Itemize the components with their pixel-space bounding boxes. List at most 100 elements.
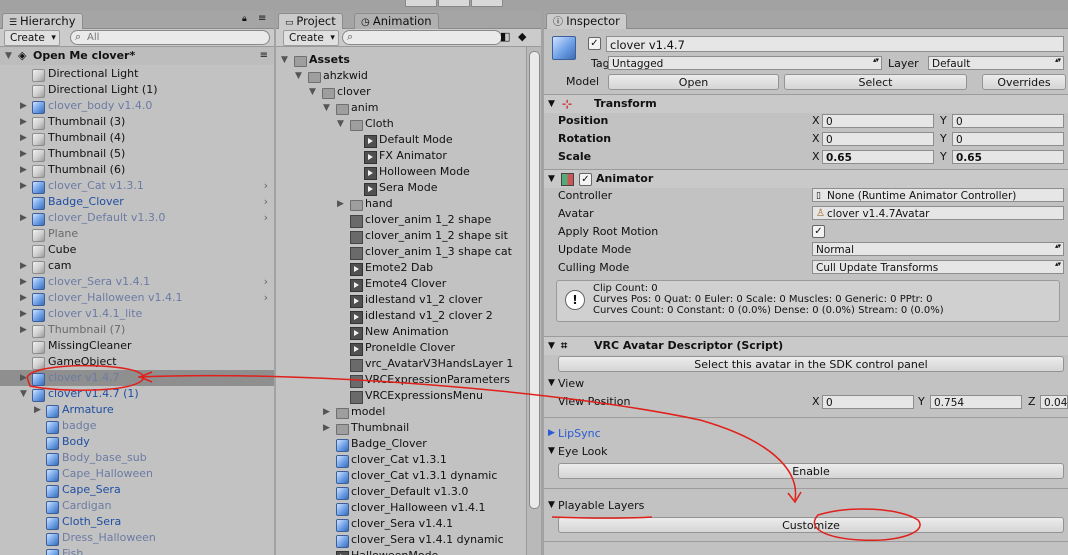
animator-enabled-checkbox[interactable]: ✓ [579,173,592,186]
tab-animation[interactable]: ◷ Animation [354,13,439,29]
hierarchy-item[interactable]: ▶ Armature [0,402,274,418]
project-item[interactable]: ▶ Thumbnail [276,420,541,436]
project-item[interactable]: clover_anim 1_3 shape cat [276,244,541,260]
project-item[interactable]: vrc_AvatarV3HandsLayer 1 [276,356,541,372]
hierarchy-item[interactable]: Body_base_sub [0,450,274,466]
project-item[interactable]: Badge_Clover [276,436,541,452]
scale-x-field[interactable]: 0.65 [822,150,934,164]
hierarchy-item[interactable]: MissingCleaner [0,338,274,354]
project-item[interactable]: ▼ Assets [276,52,541,68]
open-button[interactable]: Open [608,74,779,90]
scene-menu-icon[interactable]: ≡ [260,47,268,65]
project-item[interactable]: ▼ ahzkwid [276,68,541,84]
expand-arrow-icon[interactable]: ▼ [5,47,12,65]
expand-arrow-icon[interactable]: ▶ [20,146,27,162]
project-item[interactable]: ProneIdle Clover [276,340,541,356]
expand-arrow-icon[interactable]: ▶ [323,420,330,436]
pause-button[interactable] [438,0,470,7]
project-item[interactable]: clover_Cat v1.3.1 dynamic [276,468,541,484]
chevron-right-icon[interactable]: › [264,194,268,210]
project-item[interactable]: Holloween Mode [276,164,541,180]
eye-look-row[interactable]: ▼ Eye Look [544,443,1068,460]
project-item[interactable]: ▼ Cloth [276,116,541,132]
hierarchy-item[interactable]: Cloth_Sera [0,514,274,530]
select-button[interactable]: Select [784,74,967,90]
apply-root-checkbox[interactable]: ✓ [812,225,825,238]
overrides-button[interactable]: Overrides [982,74,1066,90]
expand-arrow-icon[interactable]: ▼ [20,386,27,402]
hierarchy-item[interactable]: ▶ Thumbnail (7) [0,322,274,338]
scale-y-field[interactable]: 0.65 [952,150,1064,164]
avatar-field[interactable]: ♙ clover v1.4.7Avatar [812,206,1064,220]
project-item[interactable]: Default Mode [276,132,541,148]
expand-arrow-icon[interactable]: ▶ [20,258,27,274]
view-x-field[interactable]: 0 [822,395,914,409]
foldout-arrow-icon[interactable]: ▼ [548,443,555,460]
hierarchy-item[interactable]: Badge_Clover › [0,194,274,210]
chevron-right-icon[interactable]: › [264,210,268,226]
hierarchy-item[interactable]: Directional Light [0,66,274,82]
hierarchy-item[interactable]: Dress_Halloween [0,530,274,546]
foldout-arrow-icon[interactable]: ▼ [548,375,555,392]
position-y-field[interactable]: 0 [952,114,1064,128]
play-button[interactable] [405,0,437,7]
expand-arrow-icon[interactable]: ▶ [20,178,27,194]
tab-hierarchy[interactable]: ☰ Hierarchy [2,13,83,29]
expand-arrow-icon[interactable]: ▶ [20,130,27,146]
sdk-select-button[interactable]: Select this avatar in the SDK control pa… [558,356,1064,372]
tab-project[interactable]: ▭ Project [278,13,343,29]
project-item[interactable]: clover_anim 1_2 shape [276,212,541,228]
expand-arrow-icon[interactable]: ▶ [323,404,330,420]
scene-header[interactable]: ▼ ◈ Open Me clover* ≡ [0,47,274,65]
foldout-arrow-icon[interactable]: ▼ [548,170,555,188]
tag-dropdown[interactable]: Untagged [608,56,882,70]
foldout-arrow-icon[interactable]: ▶ [548,425,555,442]
foldout-arrow-icon[interactable]: ▼ [548,497,555,514]
project-item[interactable]: Sera Mode [276,180,541,196]
filter-label-icon[interactable]: ◆ [518,30,526,43]
view-row[interactable]: ▼ View [544,375,1068,392]
hierarchy-item[interactable]: ▶ clover_Halloween v1.4.1 › [0,290,274,306]
update-mode-dropdown[interactable]: Normal [812,242,1064,256]
hierarchy-item[interactable]: Directional Light (1) [0,82,274,98]
foldout-arrow-icon[interactable]: ▼ [548,337,555,355]
project-item[interactable]: New Animation [276,324,541,340]
project-item[interactable]: ▶ model [276,404,541,420]
expand-arrow-icon[interactable]: ▶ [20,274,27,290]
hierarchy-item[interactable]: ▶ clover v1.4.1_lite [0,306,274,322]
hierarchy-item[interactable]: badge [0,418,274,434]
view-y-field[interactable]: 0.754 [930,395,1022,409]
project-item[interactable]: VRCExpressionParameters [276,372,541,388]
hierarchy-item[interactable]: ▶ Thumbnail (4) [0,130,274,146]
chevron-right-icon[interactable]: › [264,274,268,290]
hierarchy-item[interactable]: ▶ Thumbnail (3) [0,114,274,130]
project-item[interactable]: clover_Sera v1.4.1 [276,516,541,532]
expand-arrow-icon[interactable]: ▶ [20,162,27,178]
expand-arrow-icon[interactable]: ▼ [323,100,330,116]
expand-arrow-icon[interactable]: ▼ [281,52,288,68]
hierarchy-item[interactable]: ▶ Thumbnail (6) [0,162,274,178]
hierarchy-item[interactable]: Cardigan [0,498,274,514]
hierarchy-item[interactable]: ▶ clover_Default v1.3.0 › [0,210,274,226]
step-button[interactable] [471,0,503,7]
hierarchy-item[interactable]: Cape_Halloween [0,466,274,482]
expand-arrow-icon[interactable]: ▶ [337,196,344,212]
hierarchy-item[interactable]: Body [0,434,274,450]
project-item[interactable]: ▼ anim [276,100,541,116]
playable-layers-row[interactable]: ▼ Playable Layers [544,497,1068,514]
project-item[interactable]: clover_Cat v1.3.1 [276,452,541,468]
project-scrollbar[interactable] [526,47,541,555]
controller-field[interactable]: ▯ None (Runtime Animator Controller) [812,188,1064,202]
project-item[interactable]: clover_Halloween v1.4.1 [276,500,541,516]
expand-arrow-icon[interactable]: ▶ [20,306,27,322]
filter-type-icon[interactable]: ◧ [500,30,510,43]
customize-button[interactable]: Customize [558,517,1064,533]
hierarchy-item[interactable]: ▼ clover v1.4.7 (1) [0,386,274,402]
expand-arrow-icon[interactable]: ▶ [20,210,27,226]
foldout-arrow-icon[interactable]: ▼ [548,95,555,113]
panel-menu-icon[interactable]: ≡ [258,13,266,24]
project-search-input[interactable] [342,30,502,45]
hierarchy-item[interactable]: ▶ clover_Cat v1.3.1 › [0,178,274,194]
expand-arrow-icon[interactable]: ▼ [295,68,302,84]
expand-arrow-icon[interactable]: ▶ [20,114,27,130]
